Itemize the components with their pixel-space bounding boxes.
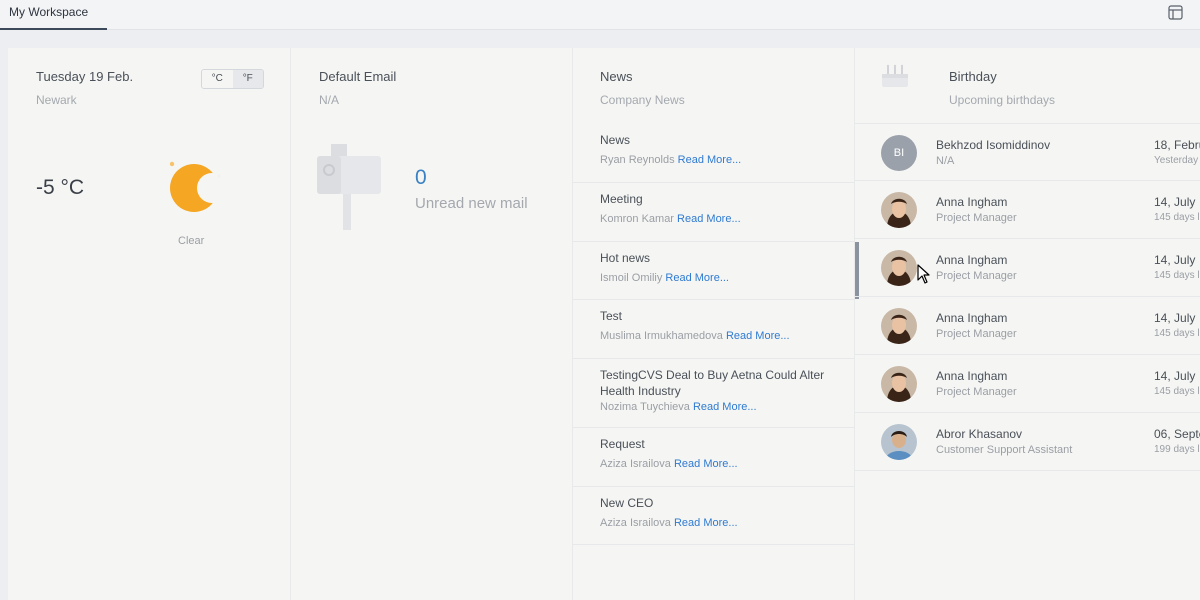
birthday-item[interactable]: Anna Ingham Project Manager 14, July 145… [855,297,1200,355]
news-item-title: News [600,133,631,147]
news-item-title: Request [600,437,645,451]
news-item-title: Test [600,309,623,323]
avatar [881,192,917,228]
news-item-author: Aziza Israilova [600,517,671,529]
avatar [881,424,917,460]
birthday-date: 14, July [1154,311,1196,325]
birthday-date: 06, Septe [1154,427,1200,441]
email-title: Default Email [319,69,397,84]
birthday-item[interactable]: Anna Ingham Project Manager 14, July 145… [855,355,1200,413]
birthday-name: Anna Ingham [936,195,1008,209]
weather-widget: Tuesday 19 Feb. Newark °C °F -5 °C Clear [8,48,291,600]
birthday-date: 14, July [1154,195,1196,209]
unread-count[interactable]: 0 [415,166,427,190]
birthday-relative: Yesterday [1154,155,1199,166]
birthday-list: BI Bekhzod Isomiddinov N/A 18, Febru Yes… [855,123,1200,471]
birthday-date: 14, July [1154,253,1196,267]
unit-celsius-button[interactable]: °C [202,70,233,88]
news-item[interactable]: Test Muslima Irmukhamedova Read More... [573,300,855,359]
read-more-link[interactable]: Read More... [665,272,729,284]
unread-label: Unread new mail [415,195,528,212]
news-item[interactable]: TestingCVS Deal to Buy Aetna Could Alter… [573,359,855,428]
birthday-role: Customer Support Assistant [936,444,1073,456]
read-more-link[interactable]: Read More... [677,213,741,225]
birthday-widget: Birthday Upcoming birthdays BI Bekhzod I… [855,48,1200,600]
birthday-title: Birthday [949,69,997,84]
unit-fahrenheit-button[interactable]: °F [232,70,263,88]
dashboard: Tuesday 19 Feb. Newark °C °F -5 °C Clear… [8,48,1200,600]
news-item-title: New CEO [600,496,654,510]
mailbox-icon [317,142,383,237]
news-list: News Ryan Reynolds Read More... Meeting … [573,124,859,545]
news-widget: News Company News News Ryan Reynolds Rea… [573,48,859,600]
birthday-name: Abror Khasanov [936,427,1023,441]
birthday-role: Project Manager [936,386,1017,398]
birthday-item[interactable]: Anna Ingham Project Manager 14, July 145… [855,181,1200,239]
birthday-date: 18, Febru [1154,138,1200,152]
read-more-link[interactable]: Read More... [674,458,738,470]
news-item-author: Nozima Tuychieva [600,401,690,413]
news-item-title: Meeting [600,192,643,206]
news-item-author: Ismoil Omiliy [600,272,663,284]
news-title: News [600,69,633,84]
birthday-date: 14, July [1154,369,1196,383]
news-item[interactable]: Meeting Komron Kamar Read More... [573,183,855,242]
temperature: -5 °C [36,176,85,199]
birthday-role: Project Manager [936,328,1017,340]
avatar: BI [881,135,917,171]
news-item[interactable]: Hot news Ismoil Omiliy Read More... [573,242,859,300]
weather-date: Tuesday 19 Feb. [36,69,134,84]
layout-icon[interactable] [1166,3,1184,21]
birthday-item[interactable]: Abror Khasanov Customer Support Assistan… [855,413,1200,471]
weather-condition: Clear [178,235,205,247]
read-more-link[interactable]: Read More... [726,330,790,342]
cake-icon [881,64,909,93]
news-item-title: Hot news [600,251,651,265]
news-item[interactable]: News Ryan Reynolds Read More... [573,124,855,183]
birthday-relative: 145 days l [1154,212,1200,223]
email-widget: Default Email N/A 0 Unread new mail [291,48,573,600]
birthday-relative: 145 days l [1154,270,1200,281]
birthday-name: Bekhzod Isomiddinov [936,138,1051,152]
avatar [881,366,917,402]
news-item-author: Komron Kamar [600,213,674,225]
birthday-item[interactable]: BI Bekhzod Isomiddinov N/A 18, Febru Yes… [855,123,1200,181]
avatar [881,308,917,344]
birthday-role: Project Manager [936,212,1017,224]
birthday-role: N/A [936,155,955,167]
top-bar: My Workspace [0,0,1200,30]
birthday-item[interactable]: Anna Ingham Project Manager 14, July 145… [855,239,1200,297]
news-item[interactable]: Request Aziza Israilova Read More... [573,428,855,487]
news-item-title: TestingCVS Deal to Buy Aetna Could Alter… [600,368,825,398]
read-more-link[interactable]: Read More... [674,517,738,529]
birthday-name: Anna Ingham [936,369,1008,383]
birthday-role: Project Manager [936,270,1017,282]
unit-toggle: °C °F [201,69,264,89]
weather-location: Newark [36,93,77,107]
birthday-name: Anna Ingham [936,311,1008,325]
birthday-relative: 199 days l [1154,444,1200,455]
birthday-subtitle: Upcoming birthdays [949,93,1056,107]
birthday-relative: 145 days l [1154,386,1200,397]
birthday-relative: 145 days l [1154,328,1200,339]
news-subtitle: Company News [600,93,685,107]
mouse-cursor-icon [917,264,931,289]
email-account: N/A [319,93,340,107]
avatar [881,250,917,286]
read-more-link[interactable]: Read More... [693,401,757,413]
read-more-link[interactable]: Read More... [678,154,742,166]
news-item-author: Aziza Israilova [600,458,671,470]
tab-my-workspace[interactable]: My Workspace [0,0,107,30]
news-item-author: Ryan Reynolds [600,154,675,166]
moon-icon [168,158,227,223]
news-item-author: Muslima Irmukhamedova [600,330,723,342]
news-item[interactable]: New CEO Aziza Israilova Read More... [573,487,855,545]
birthday-name: Anna Ingham [936,253,1008,267]
